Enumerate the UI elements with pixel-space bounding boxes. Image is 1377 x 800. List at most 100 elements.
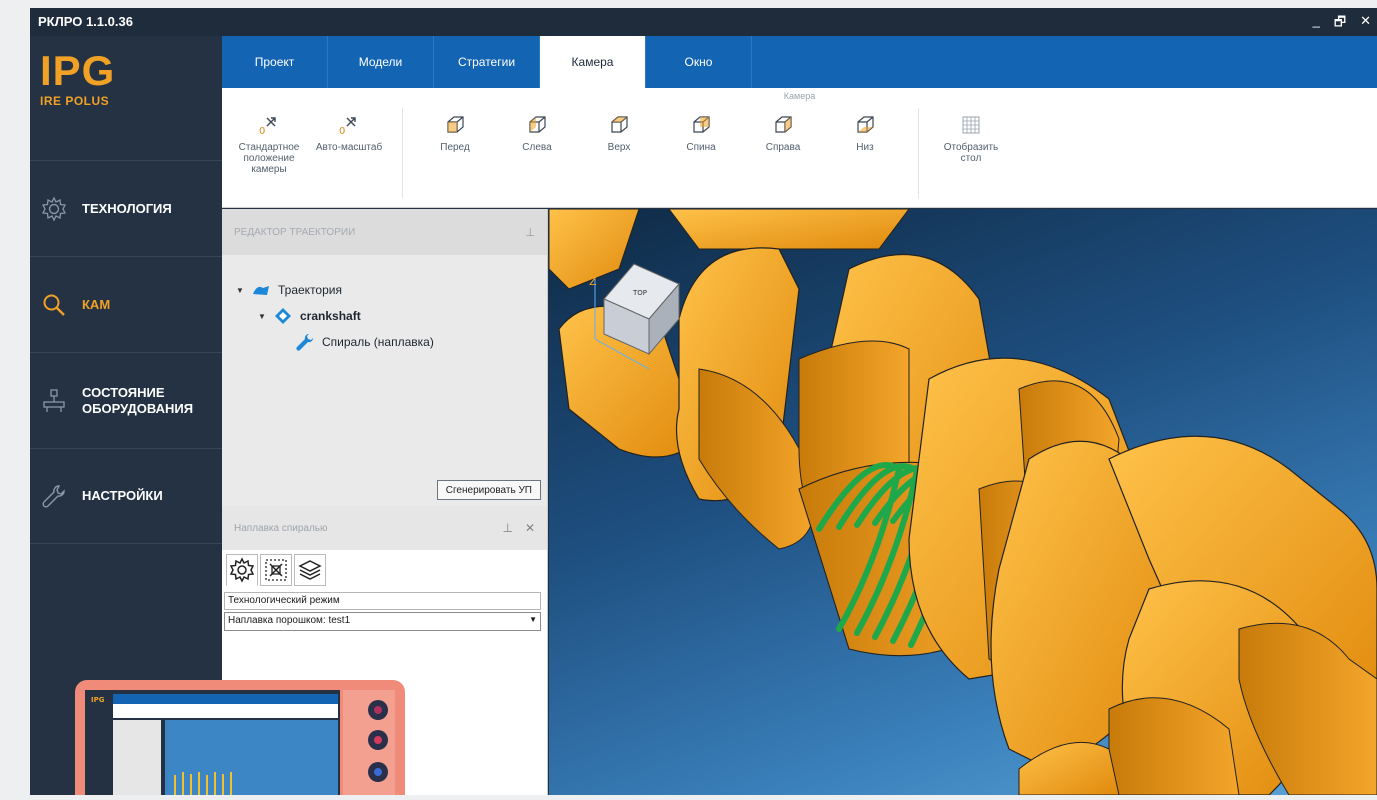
button-label: Отобразить стол — [943, 142, 999, 164]
auto-zoom-button[interactable]: 0 Авто-масштаб — [310, 114, 388, 153]
view-bottom-button[interactable]: Низ — [826, 114, 904, 153]
tech-mode-label: Технологический режим — [224, 592, 541, 610]
panel-header: Наплавка спиралью ⊥ ✕ — [222, 506, 547, 550]
wrench-icon — [40, 482, 68, 510]
region-select-icon — [265, 559, 287, 581]
minimize-button[interactable]: _ — [1313, 13, 1320, 35]
nav-cube-face-label: TOP — [632, 289, 647, 297]
tech-mode-select[interactable]: Наплавка порошком: test1 ▼ — [224, 612, 541, 631]
title-bar: РКЛРО 1.1.0.36 _ 🗗 ✕ — [30, 8, 1377, 36]
button-label: Слева — [522, 142, 552, 153]
pin-icon[interactable]: ⊥ — [525, 226, 535, 239]
axis-z-label: Z — [589, 275, 597, 288]
tree-item-spiral[interactable]: Спираль (наплавка) — [236, 329, 434, 355]
close-icon[interactable]: ✕ — [525, 521, 535, 535]
tab-region[interactable] — [260, 554, 292, 586]
panel-title: Наплавка спиралью — [234, 522, 328, 534]
restore-button[interactable]: 🗗 — [1334, 13, 1346, 35]
ribbon-group-label: Камера — [783, 91, 816, 101]
sidebar-item-label: КАМ — [82, 296, 111, 312]
view-back-icon — [690, 114, 712, 136]
ribbon-separator — [918, 108, 919, 198]
tab-project[interactable]: Проект — [222, 36, 328, 88]
ribbon: Камера 0 Стандартное положение камеры 0 … — [222, 88, 1377, 208]
button-label: Верх — [607, 142, 631, 153]
sidebar-item-equipment[interactable]: СОСТОЯНИЕ ОБОРУДОВАНИЯ — [30, 352, 222, 448]
auto-zoom-icon: 0 — [338, 114, 360, 136]
tablet-device-photo: IPG — [75, 680, 405, 800]
camera-default-button[interactable]: 0 Стандартное положение камеры — [230, 114, 308, 175]
svg-text:0: 0 — [259, 126, 265, 136]
crankshaft-model: TOP X Z — [549, 209, 1377, 795]
show-table-button[interactable]: Отобразить стол — [932, 114, 1010, 164]
tree-item-trajectory[interactable]: ▼ Траектория — [236, 277, 434, 303]
sidebar-item-settings[interactable]: НАСТРОЙКИ — [30, 448, 222, 544]
logo-main: IPG — [40, 47, 116, 94]
view-right-icon — [772, 114, 794, 136]
sidebar-item-label: ТЕХНОЛОГИЯ — [82, 200, 172, 216]
trajectory-editor-panel: РЕДАКТОР ТРАЕКТОРИИ ⊥ ▼ Траектория ▼ cra… — [222, 209, 548, 506]
tree-item-label: Траектория — [278, 283, 342, 297]
tree-item-label: crankshaft — [300, 309, 361, 323]
grid-table-icon — [960, 114, 982, 136]
gear-icon — [40, 195, 68, 223]
window-controls: _ 🗗 ✕ — [1313, 13, 1371, 35]
tab-camera[interactable]: Камера — [540, 36, 646, 88]
button-label: Спина — [686, 142, 716, 153]
sidebar-item-technology[interactable]: ТЕХНОЛОГИЯ — [30, 160, 222, 256]
app-window: РКЛРО 1.1.0.36 _ 🗗 ✕ IPG IRE POLUS ТЕХНО… — [30, 8, 1377, 795]
3d-viewport[interactable]: TOP X Z — [549, 209, 1377, 795]
panel-controls: ⊥ ✕ — [502, 521, 535, 535]
view-right-button[interactable]: Справа — [744, 114, 822, 153]
panel-tabs — [222, 550, 547, 588]
button-label: Стандартное положение камеры — [238, 142, 300, 175]
search-icon — [40, 291, 68, 319]
tab-models[interactable]: Модели — [328, 36, 434, 88]
app-title: РКЛРО 1.1.0.36 — [38, 14, 133, 29]
button-label: Низ — [856, 142, 874, 153]
axis-x-label: X — [651, 367, 659, 380]
tab-settings[interactable] — [226, 554, 258, 586]
trajectory-icon — [250, 281, 272, 299]
layers-icon — [298, 560, 322, 580]
sidebar-nav: ТЕХНОЛОГИЯ КАМ СОСТОЯНИЕ ОБОРУДОВАНИЯ НА… — [30, 160, 222, 544]
pin-icon[interactable]: ⊥ — [502, 521, 512, 535]
panel-title: РЕДАКТОР ТРАЕКТОРИИ — [234, 226, 356, 238]
sidebar-item-label: НАСТРОЙКИ — [82, 488, 163, 503]
view-left-button[interactable]: Слева — [498, 114, 576, 153]
gear-icon — [229, 557, 255, 583]
device-logo: IPG — [91, 696, 105, 704]
view-left-icon — [526, 114, 548, 136]
view-bottom-icon — [854, 114, 876, 136]
sidebar-item-cam[interactable]: КАМ — [30, 256, 222, 352]
tree-item-crankshaft[interactable]: ▼ crankshaft — [236, 303, 434, 329]
model-icon — [272, 307, 294, 325]
camera-default-icon: 0 — [258, 114, 280, 136]
generate-program-button[interactable]: Сгенерировать УП — [436, 480, 541, 500]
svg-text:0: 0 — [339, 126, 345, 136]
tab-strategies[interactable]: Стратегии — [434, 36, 540, 88]
equipment-icon — [40, 387, 68, 415]
tab-window[interactable]: Окно — [646, 36, 752, 88]
logo: IPG IRE POLUS — [40, 47, 116, 109]
button-label: Справа — [765, 142, 801, 153]
sidebar-item-label: СОСТОЯНИЕ ОБОРУДОВАНИЯ — [82, 384, 194, 416]
expand-icon[interactable]: ▼ — [236, 286, 250, 295]
chevron-down-icon: ▼ — [529, 615, 537, 624]
trajectory-tree: ▼ Траектория ▼ crankshaft Спираль (напла… — [236, 277, 434, 355]
wrench-icon — [294, 333, 316, 351]
ribbon-tabs: Проект Модели Стратегии Камера Окно — [222, 36, 1377, 88]
selected-mode: Наплавка порошком: test1 — [228, 615, 351, 626]
close-button[interactable]: ✕ — [1360, 13, 1371, 35]
ribbon-separator — [402, 108, 403, 198]
view-top-icon — [608, 114, 630, 136]
expand-icon[interactable]: ▼ — [258, 312, 272, 321]
tab-layers[interactable] — [294, 554, 326, 586]
view-front-button[interactable]: Перед — [416, 114, 494, 153]
button-label: Перед — [440, 142, 470, 153]
view-back-button[interactable]: Спина — [662, 114, 740, 153]
panel-header: РЕДАКТОР ТРАЕКТОРИИ ⊥ — [222, 209, 547, 255]
view-front-icon — [444, 114, 466, 136]
tree-item-label: Спираль (наплавка) — [322, 335, 434, 349]
view-top-button[interactable]: Верх — [580, 114, 658, 153]
